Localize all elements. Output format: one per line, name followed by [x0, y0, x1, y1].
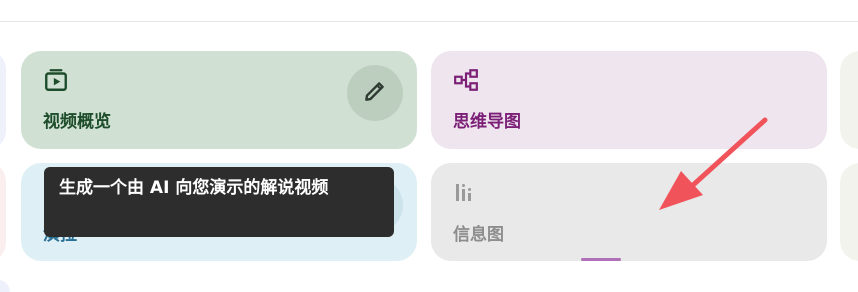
tooltip: 生成一个由 AI 向您演示的解说视频 — [44, 167, 394, 237]
pencil-edit-icon — [362, 78, 388, 108]
loading-indicator — [581, 258, 621, 261]
infographic-label: 信息图 — [453, 225, 504, 245]
partial-card-right-top[interactable] — [840, 51, 858, 149]
partial-card-left-top[interactable] — [0, 51, 6, 149]
partial-card-left-extra[interactable] — [0, 280, 10, 292]
video-overview-label: 视频概览 — [43, 112, 111, 132]
mind-map-label: 思维导图 — [453, 112, 521, 132]
edit-button[interactable] — [347, 65, 403, 121]
mind-map-card[interactable]: 思维导图 — [431, 51, 827, 149]
video-overview-card[interactable]: 视频概览 — [21, 51, 417, 149]
top-divider — [0, 21, 858, 22]
mind-map-icon — [453, 67, 479, 97]
infographic-card[interactable]: 信息图 — [431, 163, 827, 261]
partial-card-right-bottom[interactable] — [840, 163, 858, 261]
bar-chart-icon — [453, 181, 477, 209]
video-play-icon — [43, 67, 69, 97]
partial-card-left-bottom[interactable] — [0, 163, 6, 261]
